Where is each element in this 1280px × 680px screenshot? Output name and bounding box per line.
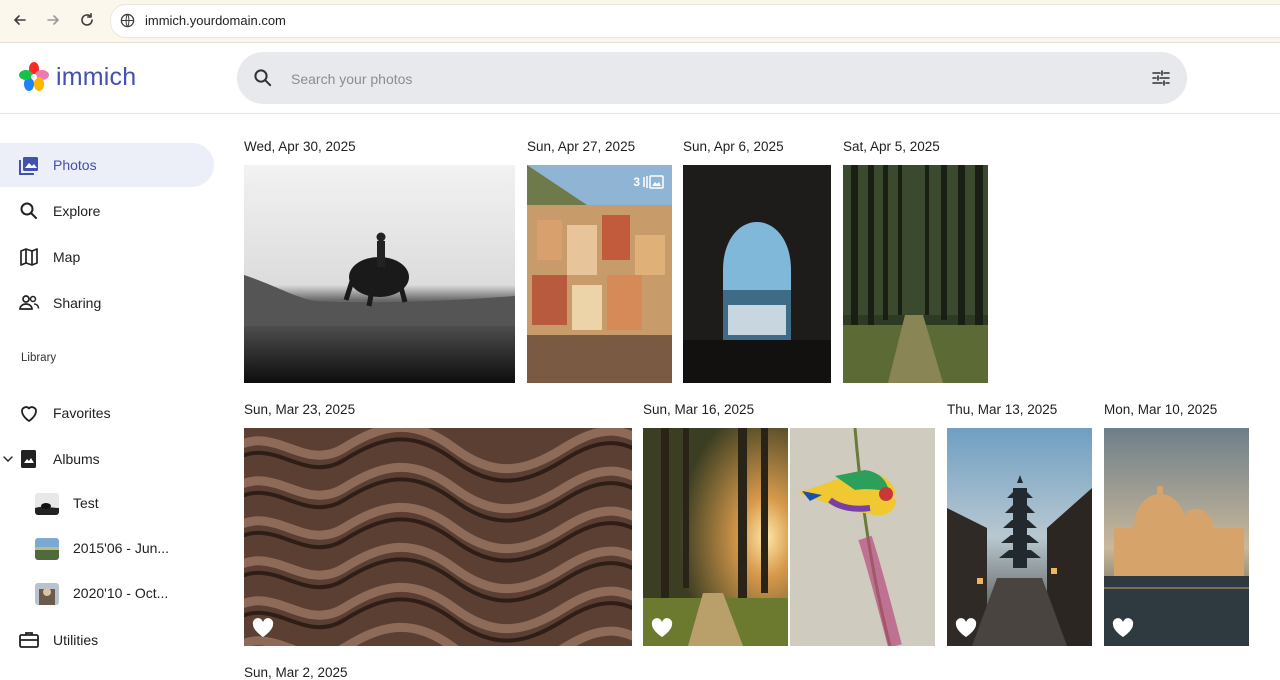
sidebar-item-label: Albums <box>53 451 100 467</box>
date-group-header[interactable]: Sun, Apr 27, 2025 <box>527 139 635 154</box>
date-group-header[interactable]: Sun, Mar 23, 2025 <box>244 402 355 417</box>
album-thumbnail <box>35 493 59 515</box>
album-item-test[interactable]: Test <box>0 483 214 523</box>
address-bar[interactable]: immich.yourdomain.com <box>110 4 1280 38</box>
album-item-2020-10[interactable]: 2020'10 - Oct... <box>0 573 214 613</box>
reload-button[interactable] <box>76 9 98 31</box>
filter-sliders-icon[interactable] <box>1151 68 1171 88</box>
browser-toolbar: immich.yourdomain.com <box>0 0 1280 43</box>
sidebar-item-label: Sharing <box>53 295 102 311</box>
forward-button[interactable] <box>42 9 64 31</box>
back-button[interactable] <box>9 9 31 31</box>
sidebar-item-label: Favorites <box>53 405 111 421</box>
album-label: 2020'10 - Oct... <box>73 585 169 601</box>
sidebar-item-sharing[interactable]: Sharing <box>0 281 214 325</box>
arrow-left-icon <box>14 15 26 25</box>
favorite-heart-icon[interactable] <box>651 618 673 638</box>
album-label: Test <box>73 495 99 511</box>
album-item-2015-06[interactable]: 2015'06 - Jun... <box>0 528 214 568</box>
photo-bison-rider[interactable] <box>244 165 515 383</box>
album-label: 2015'06 - Jun... <box>73 540 170 556</box>
arrow-right-icon <box>47 15 59 25</box>
sidebar-item-utilities[interactable]: Utilities <box>0 618 214 662</box>
date-group-header[interactable]: Sun, Mar 16, 2025 <box>643 402 754 417</box>
people-icon <box>19 295 40 310</box>
sidebar-item-label: Map <box>53 249 81 265</box>
sidebar-item-label: Photos <box>53 157 97 173</box>
app-name: immich <box>56 62 137 91</box>
photo-venice-basilica[interactable] <box>1104 428 1249 646</box>
heart-icon <box>21 406 37 422</box>
chevron-down-icon[interactable] <box>3 455 13 463</box>
stack-badge: 3 <box>633 175 664 189</box>
sidebar-item-albums[interactable]: Albums <box>0 437 214 481</box>
favorite-heart-icon[interactable] <box>1112 618 1134 638</box>
site-info-icon[interactable] <box>120 13 135 28</box>
date-group-header[interactable]: Wed, Apr 30, 2025 <box>244 139 356 154</box>
search-input[interactable] <box>289 52 1113 106</box>
immich-logo-icon <box>19 62 49 91</box>
app-header: immich <box>0 43 1280 114</box>
search-icon[interactable] <box>253 68 273 88</box>
stack-icon <box>643 175 664 189</box>
sidebar-item-map[interactable]: Map <box>0 235 214 279</box>
photo-forest-path[interactable] <box>843 165 988 383</box>
sidebar: Photos Explore Map Sharing Library Favor… <box>0 114 230 679</box>
date-group-header[interactable]: Mon, Mar 10, 2025 <box>1104 402 1217 417</box>
map-icon <box>20 248 38 266</box>
url-text: immich.yourdomain.com <box>145 13 286 28</box>
search-icon <box>20 202 37 219</box>
favorite-heart-icon[interactable] <box>252 618 274 638</box>
date-group-header[interactable]: Thu, Mar 13, 2025 <box>947 402 1057 417</box>
toolbox-icon <box>19 632 39 648</box>
photo-cinque-terre[interactable]: 3 <box>527 165 672 383</box>
photo-arch-harbor[interactable] <box>683 165 831 383</box>
favorite-heart-icon[interactable] <box>955 618 977 638</box>
app-logo[interactable]: immich <box>18 61 136 93</box>
photo-sunlit-forest[interactable] <box>643 428 788 646</box>
library-section-label: Library <box>21 352 57 364</box>
photo-kyoto-pagoda[interactable] <box>947 428 1092 646</box>
album-thumbnail <box>35 583 59 605</box>
stack-count: 3 <box>633 175 640 189</box>
album-thumbnail <box>35 538 59 560</box>
album-icon <box>21 450 36 468</box>
sidebar-item-favorites[interactable]: Favorites <box>0 391 214 435</box>
search-bar[interactable] <box>237 52 1187 106</box>
sidebar-item-photos[interactable]: Photos <box>0 143 214 187</box>
photo-wavy-abstract[interactable] <box>244 428 632 646</box>
sidebar-item-explore[interactable]: Explore <box>0 189 214 233</box>
photos-icon <box>19 157 38 175</box>
date-group-header[interactable]: Sat, Apr 5, 2025 <box>843 139 940 154</box>
photo-bird-on-grass[interactable] <box>790 428 935 646</box>
date-group-header[interactable]: Sun, Apr 6, 2025 <box>683 139 784 154</box>
date-group-header[interactable]: Sun, Mar 2, 2025 <box>244 665 348 680</box>
reload-icon <box>81 13 93 26</box>
sidebar-item-label: Explore <box>53 203 101 219</box>
sidebar-item-label: Utilities <box>53 632 99 648</box>
